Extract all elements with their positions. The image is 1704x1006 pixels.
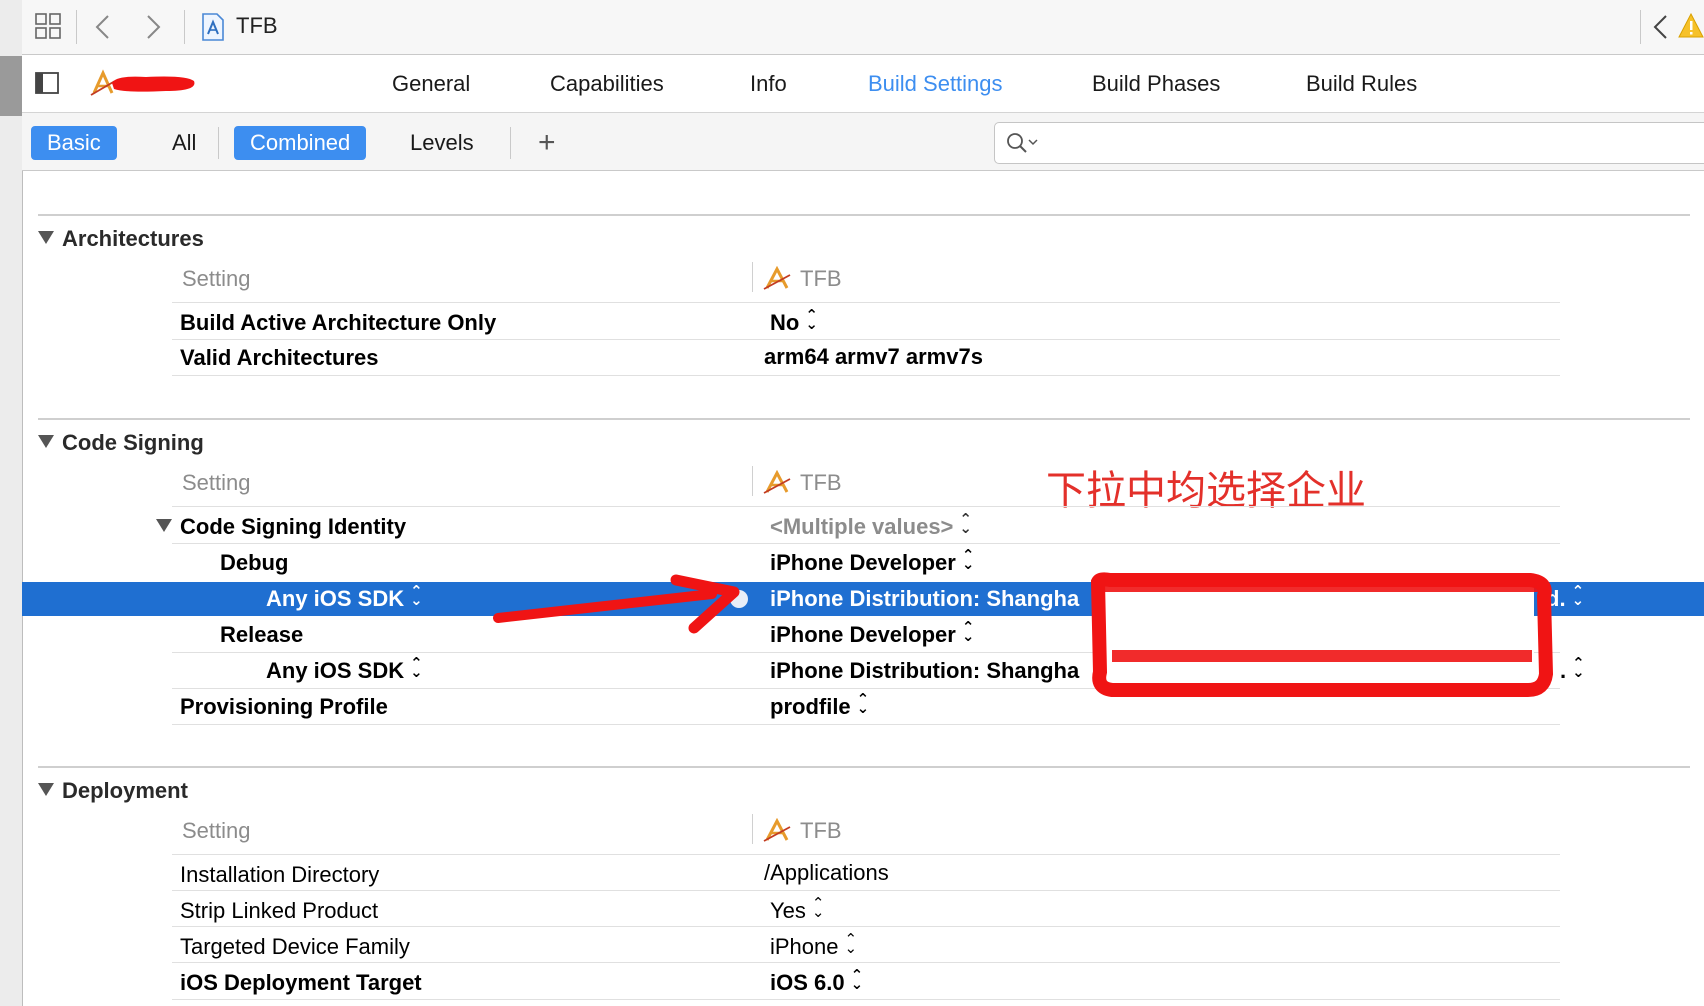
setting-key: Strip Linked Product <box>180 898 379 923</box>
section-divider <box>38 766 1690 768</box>
section-deployment-header[interactable]: Deployment <box>38 778 188 804</box>
annotation-overlay <box>493 572 1554 697</box>
stepper-icon: ⌃ ⌄ <box>844 931 858 957</box>
setting-value-popup[interactable]: Yes ⌃ ⌄ <box>770 895 825 924</box>
setting-value-popup[interactable]: iOS 6.0 ⌃ ⌄ <box>770 967 864 996</box>
disclosure-triangle-icon[interactable] <box>38 783 54 796</box>
setting-key: iOS Deployment Target <box>180 970 422 995</box>
target-app-icon <box>763 818 791 842</box>
column-header-target: TFB <box>762 818 842 844</box>
setting-value-popup[interactable]: iPhone ⌃ ⌄ <box>770 931 858 960</box>
setting-key: Installation Directory <box>180 862 380 887</box>
setting-key: Targeted Device Family <box>180 934 410 959</box>
column-header-setting: Setting <box>182 818 251 843</box>
setting-value[interactable]: /Applications <box>764 860 889 886</box>
annotation-arrow <box>493 589 717 623</box>
stepper-icon: ⌃ ⌄ <box>811 895 825 921</box>
stepper-icon: ⌃ ⌄ <box>850 967 864 993</box>
